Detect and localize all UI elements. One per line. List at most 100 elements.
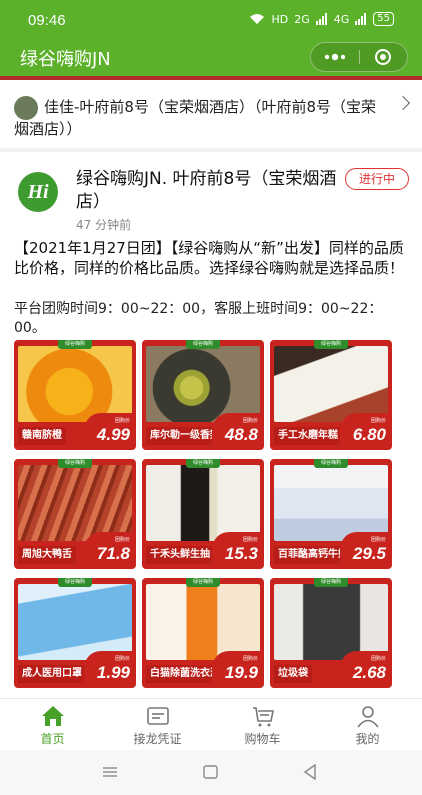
product-card-orange[interactable]: 绿谷嗨购 赣南脐橙 团购价 4.99: [14, 340, 136, 450]
brand-tag: 绿谷嗨购: [58, 459, 92, 468]
product-name: 周旭大鸭舌: [18, 546, 76, 564]
post-title: 绿谷嗨购JN. 叶府前8号（宝荣烟酒店）: [76, 169, 337, 212]
status-bar: 09:46 HD 2G 4G 55: [0, 0, 422, 38]
network-label: HD: [271, 12, 289, 26]
title-bar: 绿谷嗨购JN: [0, 38, 422, 76]
product-image: [274, 584, 388, 660]
voucher-icon: [147, 707, 169, 725]
system-nav-bar: [0, 750, 422, 795]
product-price: 团购价 6.80: [340, 413, 390, 447]
product-name: 手工水磨年糕: [274, 427, 342, 445]
product-name: 成人医用口罩: [18, 665, 86, 683]
wifi-icon: [250, 14, 265, 24]
brand-tag: 绿谷嗨购: [186, 459, 220, 468]
status-indicators: HD 2G 4G 55: [249, 12, 394, 26]
product-image: [274, 465, 388, 541]
tab-label: 我的: [355, 732, 380, 746]
tab-label: 接龙凭证: [133, 732, 182, 746]
brand-tag: 绿谷嗨购: [58, 340, 92, 349]
product-image: [274, 346, 388, 422]
cart-icon: [253, 707, 274, 727]
product-name: 千禾头鲜生抽: [146, 546, 214, 564]
store-name: 佳佳-叶府前8号（宝荣烟酒店）（叶府前8号（宝荣烟酒店））: [14, 98, 377, 138]
more-dots-icon: [324, 53, 345, 61]
status-badge: 进行中: [345, 168, 409, 190]
service-hours-note: 平台团购时间9：00~22：00，客服上班时间9：00~22：00。: [14, 301, 383, 336]
brand-tag: 绿谷嗨购: [314, 340, 348, 349]
brand-tag: 绿谷嗨购: [186, 340, 220, 349]
tab-profile[interactable]: 我的: [315, 699, 420, 751]
brand-logo: Hi: [18, 172, 58, 212]
product-card-duck-tongue[interactable]: 绿谷嗨购 周旭大鸭舌 团购价 71.8: [14, 459, 136, 569]
product-price: 团购价 71.8: [84, 532, 134, 566]
tab-voucher[interactable]: 接龙凭证: [105, 699, 210, 751]
miniprogram-capsule: [310, 42, 408, 72]
signal-icon: [315, 13, 327, 25]
user-icon: [357, 706, 379, 728]
post-description: 【2021年1月27日团】【绿谷嗨购从“新”出发】同样的品质比价格，同样的价格比…: [14, 239, 405, 277]
price-label: 团购价: [114, 656, 130, 662]
price-label: 团购价: [242, 656, 258, 662]
product-name: 赣南脐橙: [18, 427, 66, 445]
product-image: [146, 465, 260, 541]
target-close-icon: [375, 49, 392, 65]
battery-indicator: 55: [373, 12, 394, 26]
back-icon[interactable]: [303, 764, 317, 780]
product-name: 垃圾袋: [274, 665, 312, 683]
brand-tag: 绿谷嗨购: [314, 578, 348, 587]
tab-home[interactable]: 首页: [0, 699, 105, 751]
product-card-soy-sauce[interactable]: 绿谷嗨购 千禾头鲜生抽 团购价 15.3: [142, 459, 264, 569]
group-post-card: Hi 绿谷嗨购JN. 叶府前8号（宝荣烟酒店） 进行中 47 分钟前 【2021…: [0, 152, 422, 698]
bottom-tab-bar: 首页 接龙凭证 购物车 我的: [0, 698, 422, 750]
status-time: 09:46: [28, 12, 66, 29]
product-price: 团购价 48.8: [212, 413, 262, 447]
price-value: 48.8: [224, 425, 258, 444]
product-card-milk[interactable]: 绿谷嗨购 百菲酪高钙牛奶 团购价 29.5: [270, 459, 392, 569]
price-value: 1.99: [96, 663, 130, 682]
price-value: 4.99: [96, 425, 130, 444]
close-button[interactable]: [360, 43, 408, 71]
product-price: 团购价 15.3: [212, 532, 262, 566]
price-label: 团购价: [370, 537, 386, 543]
home-icon: [42, 706, 64, 726]
signal-4g: 4G: [333, 12, 350, 26]
brand-tag: 绿谷嗨购: [314, 459, 348, 468]
product-price: 团购价 2.68: [340, 651, 390, 685]
product-image: [18, 584, 132, 660]
price-label: 团购价: [370, 656, 386, 662]
product-card-mask[interactable]: 绿谷嗨购 成人医用口罩 团购价 1.99: [14, 578, 136, 688]
brand-tag: 绿谷嗨购: [58, 578, 92, 587]
product-price: 团购价 1.99: [84, 651, 134, 685]
price-label: 团购价: [242, 418, 258, 424]
product-price: 团购价 19.9: [212, 651, 262, 685]
price-value: 71.8: [96, 544, 130, 563]
price-value: 19.9: [224, 663, 258, 682]
product-image: [146, 346, 260, 422]
store-selector[interactable]: 佳佳-叶府前8号（宝荣烟酒店）（叶府前8号（宝荣烟酒店））: [0, 80, 422, 148]
price-value: 6.80: [352, 425, 386, 444]
tab-label: 首页: [40, 732, 65, 746]
price-label: 团购价: [114, 418, 130, 424]
home-button-icon[interactable]: [203, 765, 218, 779]
product-card-pear[interactable]: 绿谷嗨购 库尔勒一级香梨 团购价 48.8: [142, 340, 264, 450]
product-card-detergent[interactable]: 绿谷嗨购 白猫除菌洗衣液 团购价 19.9: [142, 578, 264, 688]
price-label: 团购价: [370, 418, 386, 424]
tab-cart[interactable]: 购物车: [210, 699, 315, 751]
tab-label: 购物车: [244, 732, 281, 746]
page-title: 绿谷嗨购JN: [20, 49, 111, 70]
post-time: 47 分钟前: [76, 218, 132, 232]
price-label: 团购价: [242, 537, 258, 543]
product-card-trash-bag[interactable]: 绿谷嗨购 垃圾袋 团购价 2.68: [270, 578, 392, 688]
signal-2g: 2G: [294, 12, 310, 26]
brand-tag: 绿谷嗨购: [186, 578, 220, 587]
menu-icon[interactable]: [102, 766, 118, 778]
logo-text: Hi: [27, 180, 49, 203]
product-card-ricecake[interactable]: 绿谷嗨购 手工水磨年糕 团购价 6.80: [270, 340, 392, 450]
signal-icon-2: [355, 13, 367, 25]
app-header: 09:46 HD 2G 4G 55 绿谷嗨购JN: [0, 0, 422, 76]
product-image: [18, 465, 132, 541]
product-price: 团购价 29.5: [340, 532, 390, 566]
chevron-right-icon: [395, 95, 411, 111]
product-image: [18, 346, 132, 422]
more-button[interactable]: [311, 43, 359, 71]
